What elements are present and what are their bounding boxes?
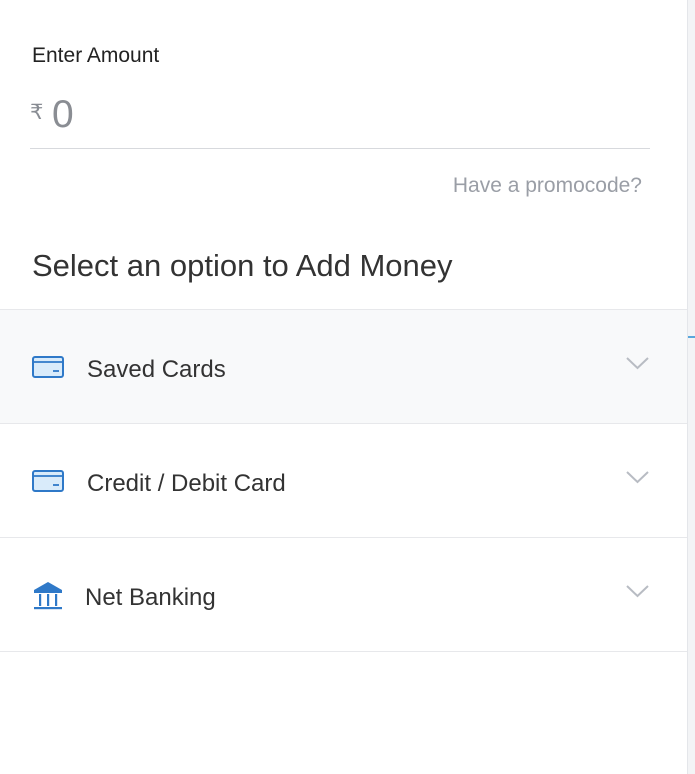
saved-cards-option[interactable]: Saved Cards	[0, 310, 687, 424]
section-title: Select an option to Add Money	[32, 248, 453, 283]
bank-icon	[31, 578, 65, 612]
card-icon	[31, 468, 65, 494]
net-banking-label: Net Banking	[85, 584, 216, 611]
amount-field: ₹	[30, 90, 650, 149]
add-money-panel: Enter Amount ₹ Have a promocode? Select …	[0, 0, 688, 774]
promocode-link[interactable]: Have a promocode?	[453, 174, 642, 198]
chevron-down-icon[interactable]	[625, 356, 650, 371]
credit-debit-card-label: Credit / Debit Card	[87, 470, 286, 497]
card-icon	[31, 354, 65, 380]
chevron-down-icon[interactable]	[625, 584, 650, 599]
credit-debit-card-option[interactable]: Credit / Debit Card	[0, 424, 687, 538]
scroll-indicator	[688, 336, 695, 338]
rupee-symbol: ₹	[30, 101, 44, 124]
net-banking-option[interactable]: Net Banking	[0, 538, 687, 652]
amount-input[interactable]	[52, 92, 642, 138]
saved-cards-label: Saved Cards	[87, 356, 226, 383]
chevron-down-icon[interactable]	[625, 470, 650, 485]
add-money-options: Saved Cards Credit / Debit Card Net Bank…	[0, 309, 687, 652]
enter-amount-label: Enter Amount	[32, 44, 160, 67]
